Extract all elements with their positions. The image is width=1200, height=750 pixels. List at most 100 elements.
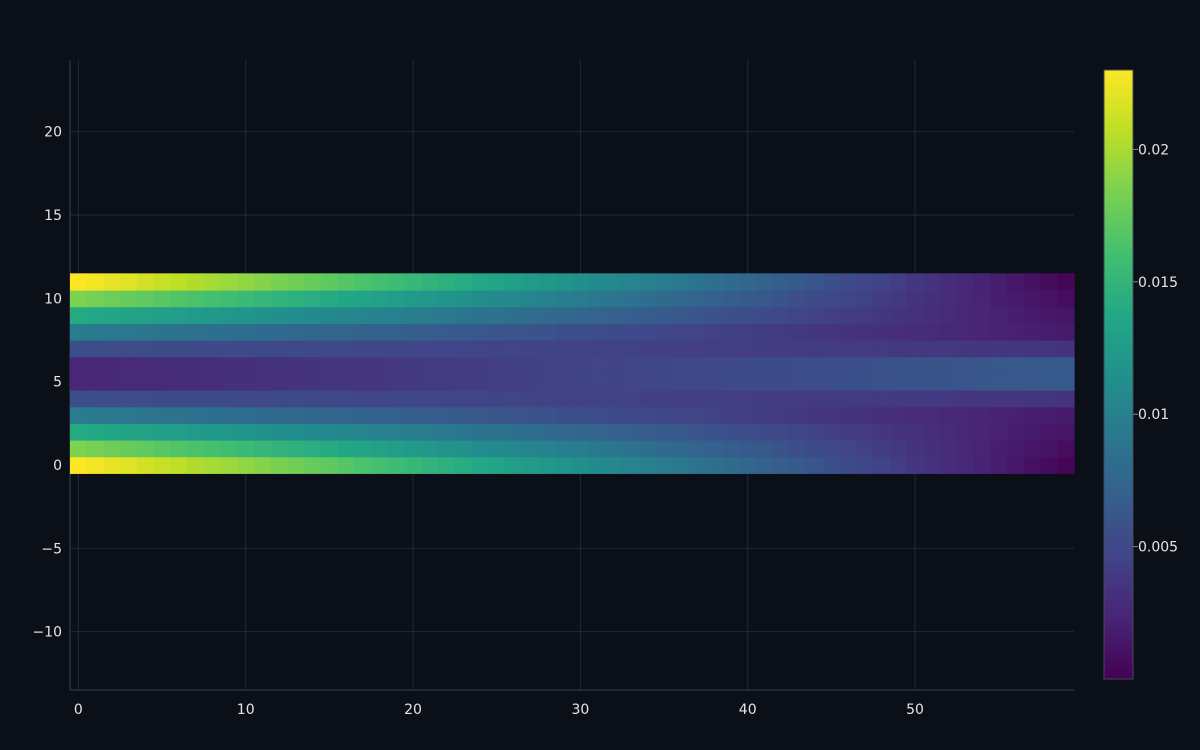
heatmap-cell [471,456,489,474]
heatmap-cell [70,323,88,341]
heatmap-cell [772,456,791,474]
heatmap-cell [806,406,824,424]
heatmap-cell [906,440,924,458]
heatmap-cell [136,456,155,474]
heatmap-cell [170,373,188,391]
heatmap-cell [220,373,238,391]
heatmap-cell [70,373,88,391]
heatmap-cell [973,440,991,458]
heatmap-cell [1023,406,1042,424]
heatmap-cell [321,306,339,324]
heatmap-cell [923,273,941,291]
heatmap-cell [170,356,188,374]
heatmap-cell [86,373,105,391]
heatmap-cell [354,340,372,358]
heatmap-cell [387,323,406,341]
heatmap-cell [705,423,724,441]
heatmap-cell [237,323,255,341]
heatmap-cell [287,323,305,341]
heatmap-cell [605,440,623,458]
y-tick-label: 5 [53,375,62,391]
heatmap-cell [889,273,908,291]
heatmap-cell [906,406,924,424]
heatmap-cell [739,456,757,474]
heatmap-cell [321,456,339,474]
heatmap-cell [990,290,1008,308]
heatmap-cell [505,373,523,391]
heatmap-cell [354,290,372,308]
heatmap-cell [254,323,272,341]
heatmap-cell [270,323,289,341]
heatmap-cell [1007,356,1025,374]
heatmap-cell [622,390,640,408]
heatmap-cell [806,390,824,408]
heatmap-cell [839,373,858,391]
heatmap-cell [521,390,540,408]
heatmap-cell [187,390,205,408]
heatmap-cell [756,340,774,358]
heatmap-cell [672,323,690,341]
heatmap-cell [237,373,255,391]
heatmap-cell [488,390,506,408]
heatmap-cell [940,373,958,391]
heatmap-cell [1007,273,1025,291]
heatmap-cell [889,356,908,374]
heatmap-cell [956,373,975,391]
heatmap-cell [404,440,422,458]
heatmap-cell [454,423,473,441]
heatmap-cell [270,373,289,391]
heatmap-cell [823,323,841,341]
heatmap-cell [304,290,322,308]
heatmap-cell [655,356,673,374]
heatmap-cells [70,273,1075,474]
heatmap-cell [304,373,322,391]
heatmap-cell [538,423,556,441]
heatmap-cell [454,390,473,408]
heatmap-cell [906,456,924,474]
heatmap-cell [622,323,640,341]
heatmap-cell [1040,440,1058,458]
heatmap-cell [638,390,657,408]
heatmap-cell [973,406,991,424]
heatmap-cell [438,323,456,341]
heatmap-cell [136,323,155,341]
heatmap-cell [404,290,422,308]
heatmap-cell [588,290,607,308]
heatmap-cell [337,306,356,324]
heatmap-cell [136,273,155,291]
heatmap-cell [873,440,891,458]
heatmap-cell [521,306,540,324]
heatmap-cell [856,390,874,408]
heatmap-cell [488,456,506,474]
heatmap-cell [387,456,406,474]
heatmap-cell [471,406,489,424]
heatmap-cell [739,406,757,424]
heatmap-cell [756,423,774,441]
heatmap-cell [387,373,406,391]
heatmap-cell [421,390,439,408]
heatmap-cell [387,306,406,324]
heatmap-cell [170,456,188,474]
heatmap-cell [990,440,1008,458]
heatmap-cell [220,306,238,324]
heatmap-cell [1023,373,1042,391]
heatmap-cell [70,290,88,308]
heatmap-cell [655,340,673,358]
heatmap-cell [136,290,155,308]
heatmap-cell [856,373,874,391]
heatmap-cell [120,290,138,308]
heatmap-cell [973,290,991,308]
heatmap-cell [321,390,339,408]
heatmap-cell [956,323,975,341]
heatmap-cell [270,406,289,424]
colorbar-gradient [1103,69,1134,680]
heatmap-cell [321,406,339,424]
heatmap-cell [187,273,205,291]
heatmap-cell [555,390,573,408]
heatmap-cell [371,340,389,358]
heatmap-cell [86,340,105,358]
heatmap-cell [906,340,924,358]
heatmap-cell [404,390,422,408]
heatmap-cell [254,356,272,374]
heatmap-cell [321,373,339,391]
